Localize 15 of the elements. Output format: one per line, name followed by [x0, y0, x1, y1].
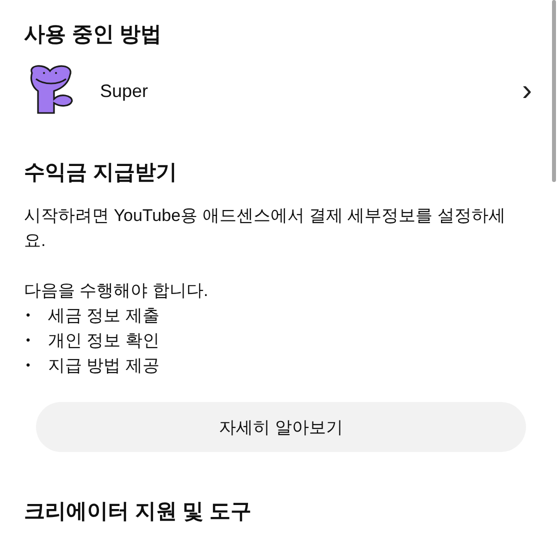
- membership-label: Super: [100, 80, 150, 102]
- step-text: 세금 정보 제출: [48, 305, 160, 327]
- step-text: 개인 정보 확인: [48, 330, 160, 352]
- description-text: 시작하려면 YouTube용 애드센스에서 결제 세부정보를 설정하세요.: [24, 205, 506, 252]
- learn-more-button[interactable]: 자세히 알아보기: [36, 402, 526, 452]
- scrollbar[interactable]: [552, 0, 556, 182]
- step-text: 지급 방법 제공: [48, 355, 160, 377]
- section-heading: 사용 중인 방법: [24, 22, 162, 48]
- section-heading: 크리에이터 지원 및 도구: [24, 499, 252, 525]
- bullet-mark: •: [25, 307, 32, 324]
- bullet-mark: •: [25, 357, 32, 374]
- intro-text: 다음을 수행해야 합니다.: [24, 280, 208, 302]
- chevron-icon[interactable]: ›: [522, 76, 532, 106]
- section-heading: 수익금 지급받기: [24, 160, 177, 186]
- bullet-mark: •: [25, 332, 32, 349]
